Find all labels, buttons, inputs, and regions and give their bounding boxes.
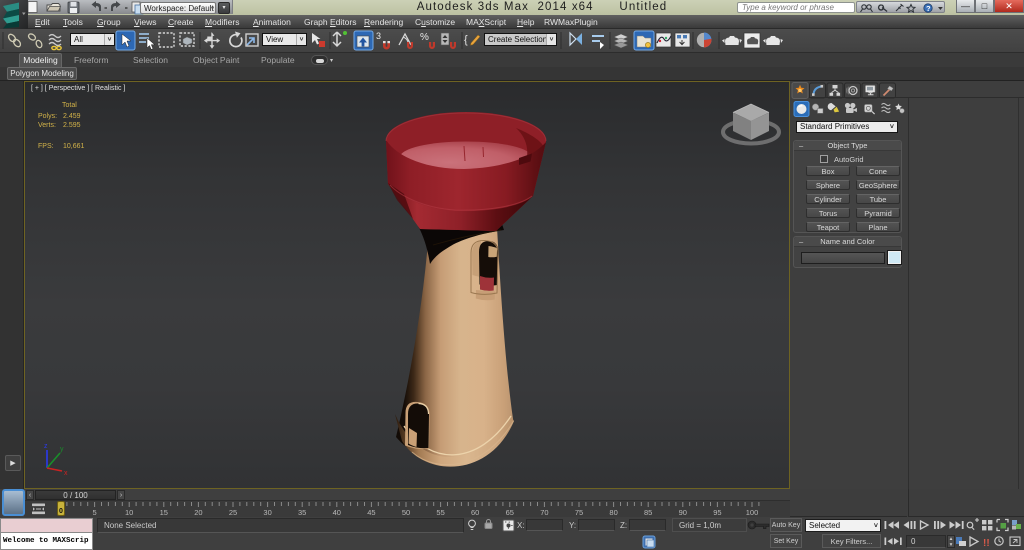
- svg-text:!!: !!: [983, 538, 990, 549]
- svg-text:?: ?: [926, 4, 931, 13]
- svg-text:y: y: [60, 446, 64, 453]
- svg-text:z: z: [44, 443, 48, 450]
- svg-text:{: {: [464, 34, 468, 46]
- svg-text:3: 3: [376, 31, 381, 41]
- svg-text:x: x: [64, 470, 68, 477]
- svg-text:%: %: [420, 32, 429, 43]
